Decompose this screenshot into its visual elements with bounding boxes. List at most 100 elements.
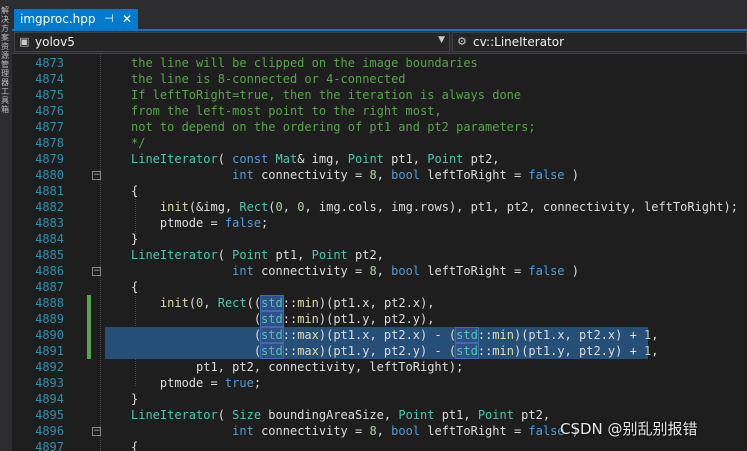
code-token: ( [188,296,197,310]
code-line[interactable]: 4882 init(&img, Rect(0, 0, img.cols, img… [12,199,747,215]
code-token: the line is 8-connected or 4-connected [131,72,406,86]
code-line[interactable]: 4893 ptmode = true; [12,375,747,391]
code-token: from the left-most point to the right mo… [131,104,442,118]
code-token: connectivity = [253,424,370,438]
code-line[interactable]: 4878 */ [12,135,747,151]
tab-imgproc-hpp[interactable]: imgproc.hpp ⊣ ✕ [14,9,138,29]
code-token: ( [268,200,276,214]
code-token: :: [282,344,298,358]
code-line[interactable]: 4886 − int connectivity = 8, bool leftToR… [12,263,747,279]
code-token: ( [131,344,262,358]
code-token: , img.cols, img.rows), pt1, pt2, connect… [304,200,738,214]
code-line[interactable]: 4892 pt1, pt2, connectivity, leftToRight… [12,359,747,375]
code-line[interactable]: 4897 { [12,439,747,451]
code-token: min [492,344,514,358]
code-text: } [131,231,138,247]
line-number: 4878 [35,136,64,150]
code-line[interactable]: 4887 { [12,279,747,295]
code-text: init(0, Rect((std::min)(pt1.x, pt2.x), [131,295,435,311]
code-text: ptmode = false; [131,215,268,231]
code-line[interactable]: 4888 init(0, Rect((std::min)(pt1.x, pt2.… [12,295,747,311]
code-token: max [297,328,319,342]
code-token: */ [131,136,146,150]
line-number: 4890 [35,328,64,342]
code-token: min [297,296,319,310]
code-text: the line will be clipped on the image bo… [131,55,478,71]
code-line[interactable]: 4885 LineIterator( Point pt1, Point pt2, [12,247,747,263]
line-number: 4895 [35,408,64,422]
code-line[interactable]: 4883 ptmode = false; [12,215,747,231]
line-number: 4888 [35,296,64,310]
code-text: LineIterator( Size boundingAreaSize, Poi… [131,407,550,423]
line-number: 4875 [35,88,64,102]
code-token: )(pt1.x, pt2.x), [318,296,435,310]
project-dropdown[interactable]: ▣ yolov5 ▼ [14,32,450,52]
code-token: 8 [369,264,377,278]
pin-icon[interactable]: ⊣ [104,9,114,29]
code-text: { [131,183,138,199]
code-text: (std::min)(pt1.y, pt2.y), [131,311,434,327]
code-token: false [224,216,262,230]
line-number: 4887 [35,280,64,294]
code-token: ( [131,328,262,342]
line-number: 4873 [35,56,64,70]
code-line[interactable]: 4873 the line will be clipped on the imag… [12,55,747,71]
code-token: , [282,200,298,214]
code-line[interactable]: 4874 the line is 8-connected or 4-connect… [12,71,747,87]
code-text: not to depend on the ordering of pt1 and… [131,119,536,135]
fold-toggle-icon[interactable]: − [92,171,101,180]
code-line[interactable]: 4884} [12,231,747,247]
line-number: 4897 [35,440,64,451]
code-token: leftToRight = [420,264,529,278]
code-line[interactable]: 4881 { [12,183,747,199]
code-token: true [224,376,254,390]
code-token: ptmode = [131,376,225,390]
line-number: 4876 [35,104,64,118]
scope-dropdown[interactable]: ⚙ cv::LineIterator [452,32,747,52]
code-token: leftToRight = [420,168,529,182]
code-text: pt1, pt2, connectivity, leftToRight); [131,359,463,375]
fold-toggle-icon[interactable]: − [92,267,101,276]
code-line[interactable]: 4894} [12,391,747,407]
code-line[interactable]: 4890 (std::max)(pt1.x, pt2.x) - (std::mi… [12,327,747,343]
code-token: connectivity = [253,168,370,182]
code-token: std [455,327,479,343]
code-text: LineIterator( Point pt1, Point pt2, [131,247,384,263]
code-line[interactable]: 4875 If leftToRight=true, then the iterat… [12,87,747,103]
code-token: 8 [369,424,377,438]
code-line[interactable]: 4891 (std::max)(pt1.y, pt2.y) - (std::mi… [12,343,747,359]
code-token: :: [477,344,493,358]
code-token: )(pt1.y, pt2.y) - ( [318,344,457,358]
code-token: pt1, [268,248,312,262]
code-token: { [131,440,139,451]
code-line[interactable]: 4879 LineIterator( const Mat& img, Point … [12,151,747,167]
file-icon: ▣ [19,35,30,48]
tab-strip: imgproc.hpp ⊣ ✕ [12,0,747,31]
code-line[interactable]: 4889 (std::min)(pt1.y, pt2.y), [12,311,747,327]
scope-label: cv::LineIterator [473,35,565,49]
code-line[interactable]: 4876 from the left-most point to the righ… [12,103,747,119]
code-text: LineIterator( const Mat& img, Point pt1,… [131,151,500,167]
side-panel-label[interactable]: 解决方案资源管理器 工具箱 [1,6,11,114]
chevron-down-icon[interactable]: ▼ [438,35,445,45]
code-token: { [131,184,139,198]
line-number: 4880 [35,168,64,182]
code-token: ( [217,152,233,166]
line-number: 4892 [35,360,64,374]
code-token: , [203,296,218,310]
code-token: )(pt1.x, pt2.x) - ( [318,328,457,342]
fold-toggle-icon[interactable]: − [92,427,101,436]
close-icon[interactable]: ✕ [122,9,132,29]
code-token: 0 [275,200,283,214]
code-token: , [651,344,659,358]
code-line[interactable]: 4880 − int connectivity = 8, bool leftToR… [12,167,747,183]
code-token: max [297,344,319,358]
code-editor[interactable]: 4873 the line will be clipped on the imag… [12,54,747,451]
code-line[interactable]: 4877 not to depend on the ordering of pt1… [12,119,747,135]
code-text: If leftToRight=true, then the iteration … [131,87,521,103]
line-number: 4881 [35,184,64,198]
code-token: std [455,343,479,359]
code-token: Point [232,248,269,262]
code-text: (std::max)(pt1.x, pt2.x) - (std::min)(pt… [131,327,659,343]
code-token: pt1, [383,152,428,166]
